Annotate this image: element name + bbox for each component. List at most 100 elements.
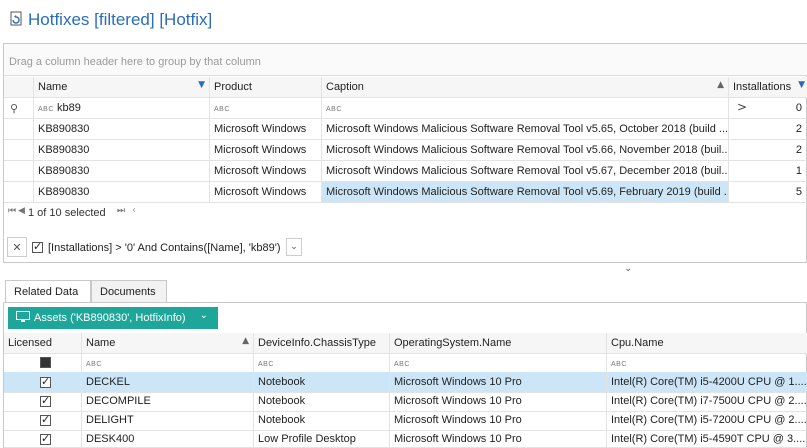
cpu-cell[interactable]: Intel(R) Core(TM) i5-4590T CPU @ 3.... — [607, 429, 807, 447]
table-row[interactable]: KB890830 Microsoft Windows Microsoft Win… — [4, 119, 807, 140]
licensed-cell[interactable] — [4, 429, 82, 447]
monitor-icon — [16, 311, 30, 322]
os-cell[interactable]: Microsoft Windows 10 Pro — [390, 391, 607, 411]
installations-cell[interactable]: 2 — [729, 140, 807, 160]
tab-label: Related Data — [14, 286, 79, 298]
asset-name-cell[interactable]: DESK400 — [82, 429, 254, 447]
table-row[interactable]: DECKEL Notebook Microsoft Windows 10 Pro… — [4, 372, 807, 393]
licensed-checkbox[interactable] — [40, 394, 51, 407]
chassis-cell[interactable]: Notebook — [254, 391, 390, 411]
licensed-cell[interactable] — [4, 372, 82, 392]
sort-ascending-icon[interactable]: ▲ — [242, 336, 249, 346]
chassis-cell[interactable]: Low Profile Desktop — [254, 429, 390, 447]
text-filter-icon: ABC — [38, 106, 54, 113]
asset-name-cell[interactable]: DELIGHT — [82, 410, 254, 430]
chassis-filter-input[interactable]: ABC — [254, 353, 390, 373]
chassis-cell[interactable]: Notebook — [254, 410, 390, 430]
first-record-icon[interactable]: ⏮ — [8, 206, 16, 216]
chassis-cell[interactable]: Notebook — [254, 372, 390, 392]
asset-name-cell[interactable]: DECKEL — [82, 372, 254, 392]
name-filter-input[interactable]: ABC kb89 — [34, 98, 210, 118]
cpu-cell[interactable]: Intel(R) Core(TM) i7-7500U CPU @ 2.... — [607, 391, 807, 411]
filter-expression-text[interactable]: [Installations] > '0' And Contains([Name… — [48, 242, 281, 254]
pager-status: 1 of 10 selected — [28, 207, 106, 219]
licensed-checkbox[interactable] — [40, 432, 51, 445]
column-header-cpu-name[interactable]: Cpu.Name — [607, 333, 807, 353]
column-header-name[interactable]: Name ▼ — [34, 77, 210, 97]
collapse-splitter-icon[interactable]: ⌄ — [624, 263, 632, 274]
os-filter-input[interactable]: ABC — [390, 353, 607, 373]
installations-cell[interactable]: 2 — [729, 119, 807, 139]
licensed-filter-input[interactable] — [4, 353, 82, 373]
licensed-checkbox[interactable] — [40, 413, 51, 426]
name-cell[interactable]: KB890830 — [34, 161, 210, 181]
column-header-product[interactable]: Product — [210, 77, 322, 97]
clear-filter-icon[interactable]: ✕ — [7, 237, 27, 257]
column-header-installations[interactable]: Installations ▼ — [729, 77, 807, 97]
column-header-chassis-type[interactable]: DeviceInfo.ChassisType — [254, 333, 390, 353]
column-header-os-name[interactable]: OperatingSystem.Name — [390, 333, 607, 353]
licensed-checkbox[interactable] — [40, 375, 51, 388]
asset-name-filter-input[interactable]: ABC — [82, 353, 254, 373]
next-record-icon[interactable]: ⏭ — [117, 206, 125, 216]
previous-record-icon[interactable]: ◀ — [18, 206, 25, 216]
table-row[interactable]: KB890830 Microsoft Windows Microsoft Win… — [4, 161, 807, 182]
chevron-left-icon[interactable]: ‹ — [132, 205, 136, 216]
table-row[interactable]: KB890830 Microsoft Windows Microsoft Win… — [4, 140, 807, 161]
name-cell[interactable]: KB890830 — [34, 140, 210, 160]
text-filter-icon: ABC — [214, 106, 230, 113]
column-header-caption[interactable]: Caption ▲ — [322, 77, 729, 97]
caption-cell[interactable]: Microsoft Windows Malicious Software Rem… — [322, 140, 729, 160]
product-cell[interactable]: Microsoft Windows — [210, 140, 322, 160]
column-header-asset-name[interactable]: Name ▲ — [82, 333, 254, 353]
title-bar: Hotfixes [filtered] [Hotfix] — [0, 0, 807, 40]
tab-related-data[interactable]: Related Data — [5, 280, 91, 302]
filter-expression-bar: ✕ [Installations] > '0' And Contains([Na… — [4, 236, 807, 262]
name-cell[interactable]: KB890830 — [34, 182, 210, 202]
installations-filter-input[interactable]: > 0 — [729, 98, 807, 118]
installations-cell[interactable]: 5 — [729, 182, 807, 202]
greater-than-operator-icon[interactable]: > — [737, 100, 747, 114]
tab-documents[interactable]: Documents — [91, 280, 167, 302]
text-filter-icon: ABC — [258, 361, 274, 368]
table-row[interactable]: DELIGHT Notebook Microsoft Windows 10 Pr… — [4, 410, 807, 431]
sort-ascending-icon[interactable]: ▲ — [717, 80, 724, 90]
cpu-cell[interactable]: Intel(R) Core(TM) i5-7200U CPU @ 2.... — [607, 410, 807, 430]
caption-filter-input[interactable]: ABC — [322, 98, 729, 118]
row-indicator — [4, 182, 34, 202]
product-cell[interactable]: Microsoft Windows — [210, 182, 322, 202]
os-cell[interactable]: Microsoft Windows 10 Pro — [390, 410, 607, 430]
column-header-licensed[interactable]: Licensed — [4, 333, 82, 353]
licensed-cell[interactable] — [4, 391, 82, 411]
product-cell[interactable]: Microsoft Windows — [210, 161, 322, 181]
caption-cell[interactable]: Microsoft Windows Malicious Software Rem… — [322, 119, 729, 139]
name-cell[interactable]: KB890830 — [34, 119, 210, 139]
filter-icon[interactable]: ▼ — [198, 80, 205, 90]
table-row[interactable]: DESK400 Low Profile Desktop Microsoft Wi… — [4, 429, 807, 448]
installations-cell[interactable]: 1 — [729, 161, 807, 181]
tab-label: Documents — [100, 286, 156, 298]
cpu-filter-input[interactable]: ABC — [607, 353, 807, 373]
caption-cell[interactable]: Microsoft Windows Malicious Software Rem… — [322, 161, 729, 181]
assets-group-tab[interactable]: Assets ('KB890830', HotfixInfo) ⌄ — [8, 307, 218, 329]
cpu-cell[interactable]: Intel(R) Core(TM) i5-4200U CPU @ 1.... — [607, 372, 807, 392]
licensed-cell[interactable] — [4, 410, 82, 430]
table-row[interactable]: KB890830 Microsoft Windows Microsoft Win… — [4, 182, 807, 203]
group-by-panel[interactable]: Drag a column header here to group by th… — [4, 44, 807, 76]
text-filter-icon: ABC — [611, 361, 627, 368]
asset-name-cell[interactable]: DECOMPILE — [82, 391, 254, 411]
refresh-document-icon[interactable] — [8, 11, 24, 27]
indeterminate-checkbox[interactable] — [40, 357, 51, 368]
filter-icon[interactable]: ▼ — [798, 80, 805, 90]
os-cell[interactable]: Microsoft Windows 10 Pro — [390, 429, 607, 447]
product-cell[interactable]: Microsoft Windows — [210, 119, 322, 139]
dropdown-arrow-icon[interactable]: ⌄ — [200, 310, 208, 321]
table-row[interactable]: DECOMPILE Notebook Microsoft Windows 10 … — [4, 391, 807, 412]
chevron-down-icon[interactable]: ⌄ — [286, 238, 302, 256]
product-filter-input[interactable]: ABC — [210, 98, 322, 118]
column-header-label: Caption — [326, 81, 364, 93]
filter-enabled-checkbox[interactable] — [32, 240, 43, 253]
hotfix-filter-row: ⚲ ABC kb89 ABC ABC > 0 — [4, 98, 807, 119]
os-cell[interactable]: Microsoft Windows 10 Pro — [390, 372, 607, 392]
caption-cell[interactable]: Microsoft Windows Malicious Software Rem… — [322, 182, 729, 202]
